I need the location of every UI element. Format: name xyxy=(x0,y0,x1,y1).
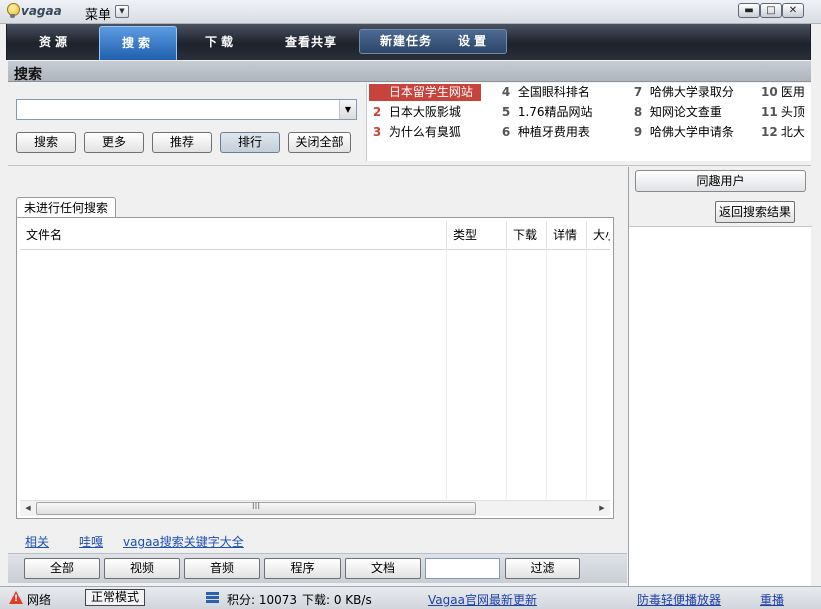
back-to-results-button[interactable]: 返回搜索结果 xyxy=(715,201,795,223)
hot-item[interactable]: 7 哈佛大学录取分 xyxy=(630,84,734,101)
filter-audio-button[interactable]: 音频 xyxy=(184,558,260,579)
close-button[interactable]: ✕ xyxy=(782,3,804,18)
column-header-detail[interactable]: 详情 xyxy=(546,221,586,250)
filter-button[interactable]: 过滤 xyxy=(505,558,580,579)
brand-name: vagaa xyxy=(21,4,62,18)
hot-search-list: 1 日本留学生网站 2 日本大阪影城 3 为什么有臭狐 4 全国眼科排名 5 1… xyxy=(366,83,811,161)
column-header-download[interactable]: 下载 xyxy=(506,221,546,250)
table-header: 文件名 类型 下载 详情 大小 xyxy=(20,221,610,250)
scrollbar-thumb[interactable]: III xyxy=(36,502,476,515)
wa-link[interactable]: 哇嘎 xyxy=(79,533,103,550)
network-status[interactable]: 网络 xyxy=(27,591,51,608)
related-link[interactable]: 相关 xyxy=(25,533,49,550)
nav-task-group: 新建任务 设置 xyxy=(359,29,507,54)
new-task-button[interactable]: 新建任务 xyxy=(366,30,446,53)
hot-item[interactable]: 4 全国眼科排名 xyxy=(498,84,590,101)
column-header-size[interactable]: 大小 xyxy=(586,221,610,250)
title-bar: vagaa 菜单 ▼ ▬ □ ✕ xyxy=(0,0,821,24)
tab-results[interactable]: 未进行任何搜索 xyxy=(16,197,116,218)
column-header-type[interactable]: 类型 xyxy=(446,221,506,250)
mode-button[interactable]: 正常模式 xyxy=(85,589,145,606)
hot-item[interactable]: 5 1.76精品网站 xyxy=(498,104,593,121)
close-all-button[interactable]: 关闭全部 xyxy=(288,132,351,153)
hot-item[interactable]: 2 日本大阪影城 xyxy=(369,104,461,121)
vagaa-logo: vagaa xyxy=(6,2,62,20)
menu-label[interactable]: 菜单 xyxy=(85,4,111,23)
search-input[interactable] xyxy=(17,100,337,119)
results-panel: 未进行任何搜索 文件名 类型 下载 详情 大小 ◀ III ▶ 相关 哇嘎 va… xyxy=(8,167,627,586)
hot-item[interactable]: 8 知网论文查重 xyxy=(630,104,722,121)
results-table: 文件名 类型 下载 详情 大小 ◀ III ▶ xyxy=(16,217,614,519)
section-header: 搜索 xyxy=(8,61,811,83)
recommend-button[interactable]: 推荐 xyxy=(152,132,212,153)
column-divider xyxy=(586,250,587,499)
hot-item[interactable]: 10 医用 xyxy=(761,84,805,101)
score-text: 积分: 10073 xyxy=(227,593,298,607)
warning-mark: ! xyxy=(14,594,19,604)
hot-item[interactable]: 12 北大 xyxy=(761,124,805,141)
hot-item[interactable]: 1 日本留学生网站 xyxy=(369,84,481,101)
hot-item[interactable]: 6 种植牙费用表 xyxy=(498,124,590,141)
settings-button[interactable]: 设置 xyxy=(446,30,502,53)
filter-input[interactable] xyxy=(425,558,500,579)
tab-resources[interactable]: 资源 xyxy=(13,28,97,56)
search-button[interactable]: 搜索 xyxy=(16,132,76,153)
scroll-left-icon[interactable]: ◀ xyxy=(20,501,36,516)
minimize-button[interactable]: ▬ xyxy=(738,3,760,18)
tab-download[interactable]: 下载 xyxy=(179,28,263,56)
column-divider xyxy=(446,250,447,499)
main-nav: 资源 搜索 下载 查看共享 新建任务 设置 xyxy=(6,24,811,60)
hot-item[interactable]: 9 哈佛大学申请条 xyxy=(630,124,734,141)
more-button[interactable]: 更多 xyxy=(84,132,144,153)
maximize-button[interactable]: □ xyxy=(760,3,782,18)
scroll-right-icon[interactable]: ▶ xyxy=(594,501,610,516)
keywords-link[interactable]: vagaa搜索关键字大全 xyxy=(123,533,244,550)
tab-search[interactable]: 搜索 xyxy=(99,26,177,60)
filter-video-button[interactable]: 视频 xyxy=(104,558,180,579)
filter-bar: 全部 视频 音频 程序 文档 过滤 xyxy=(8,553,627,583)
column-divider xyxy=(506,250,507,499)
replay-link[interactable]: 重播 xyxy=(760,591,784,608)
filter-document-button[interactable]: 文档 xyxy=(345,558,421,579)
right-panel-header: 同趣用户 返回搜索结果 xyxy=(629,167,812,227)
horizontal-scrollbar[interactable]: ◀ III ▶ xyxy=(20,500,610,516)
hot-item[interactable]: 11 头顶 xyxy=(761,104,805,121)
search-combobox[interactable]: ▼ xyxy=(16,99,357,120)
dropdown-arrow-icon[interactable]: ▼ xyxy=(339,100,356,119)
filter-program-button[interactable]: 程序 xyxy=(264,558,341,579)
right-panel: 同趣用户 返回搜索结果 xyxy=(628,167,812,586)
score-icon xyxy=(206,592,219,603)
rank-button[interactable]: 排行 xyxy=(220,132,280,153)
column-divider xyxy=(546,250,547,499)
filter-all-button[interactable]: 全部 xyxy=(24,558,100,579)
lightbulb-icon xyxy=(6,3,20,19)
status-bar: ! 网络 正常模式 积分: 10073 下载: 0 KB/s Vagaa官网最新… xyxy=(0,586,821,609)
chevron-down-icon[interactable]: ▼ xyxy=(115,5,129,18)
hot-item[interactable]: 3 为什么有臭狐 xyxy=(369,124,461,141)
download-speed: 下载: 0 KB/s xyxy=(302,593,372,607)
player-link[interactable]: 防毒轻便播放器 xyxy=(637,591,721,608)
official-update-link[interactable]: Vagaa官网最新更新 xyxy=(428,591,537,608)
tab-view-share[interactable]: 查看共享 xyxy=(265,28,357,56)
column-header-filename[interactable]: 文件名 xyxy=(20,221,446,250)
page-title: 搜索 xyxy=(14,67,42,83)
co-users-button[interactable]: 同趣用户 xyxy=(635,170,806,192)
